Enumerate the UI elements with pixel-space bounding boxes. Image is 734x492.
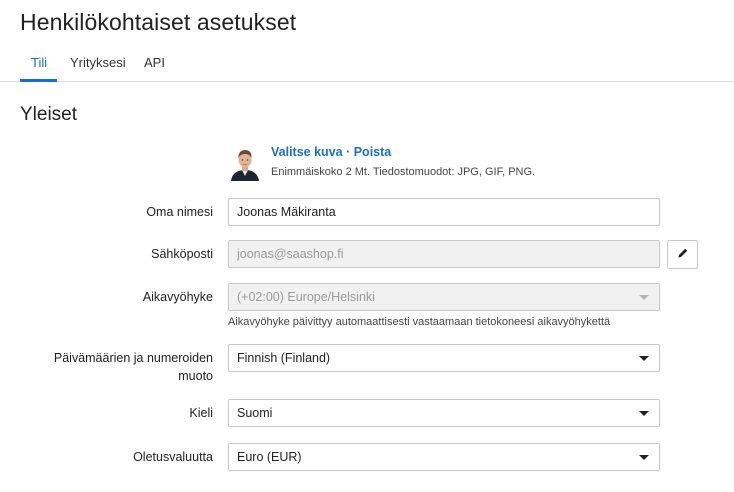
email-label: Sähköposti — [151, 247, 213, 261]
format-label-line2: muoto — [178, 369, 213, 383]
format-label: Päivämäärien ja numeroiden muoto — [0, 349, 213, 385]
page-title: Henkilökohtaiset asetukset — [20, 9, 297, 35]
caret-down-icon — [639, 294, 649, 300]
format-select[interactable]: Finnish (Finland) — [228, 344, 660, 372]
photo-actions: Valitse kuva · Poista — [271, 145, 391, 159]
avatar — [229, 147, 261, 181]
caret-down-icon — [639, 355, 649, 361]
email-field-placeholder: joonas@saashop.fi — [237, 247, 344, 261]
name-input[interactable]: Joonas Mäkiranta — [228, 198, 660, 226]
tab-tili[interactable]: Tili — [31, 55, 47, 70]
tab-bar: Tili Yrityksesi API — [0, 44, 734, 82]
tab-yrityksesi[interactable]: Yrityksesi — [70, 55, 126, 70]
timezone-select-value: (+02:00) Europe/Helsinki — [237, 290, 375, 304]
language-select[interactable]: Suomi — [228, 399, 660, 427]
timezone-label: Aikavyöhyke — [142, 290, 213, 304]
currency-select[interactable]: Euro (EUR) — [228, 443, 660, 471]
format-select-value: Finnish (Finland) — [237, 351, 331, 365]
currency-label: Oletusvaluutta — [133, 450, 213, 464]
choose-photo-link[interactable]: Valitse kuva — [271, 145, 343, 159]
remove-photo-link[interactable]: Poista — [354, 145, 392, 159]
timezone-hint: Aikavyöhyke päivittyy automaattisesti va… — [228, 316, 611, 328]
name-input-value: Joonas Mäkiranta — [237, 205, 336, 219]
pencil-icon — [677, 246, 689, 264]
language-select-value: Suomi — [237, 406, 273, 420]
active-tab-indicator — [20, 79, 57, 82]
caret-down-icon — [639, 454, 649, 460]
tab-api[interactable]: API — [144, 55, 165, 70]
photo-actions-separator: · — [346, 145, 351, 159]
language-label: Kieli — [189, 406, 213, 420]
edit-email-button[interactable] — [667, 240, 698, 269]
section-title: Yleiset — [20, 104, 78, 125]
name-label: Oma nimesi — [146, 205, 213, 219]
currency-select-value: Euro (EUR) — [237, 450, 302, 464]
format-label-line1: Päivämäärien ja numeroiden — [53, 351, 213, 365]
email-field: joonas@saashop.fi — [228, 240, 660, 268]
photo-hint: Enimmäiskoko 2 Mt. Tiedostomuodot: JPG, … — [271, 166, 536, 178]
caret-down-icon — [639, 410, 649, 416]
timezone-select: (+02:00) Europe/Helsinki — [228, 283, 660, 311]
